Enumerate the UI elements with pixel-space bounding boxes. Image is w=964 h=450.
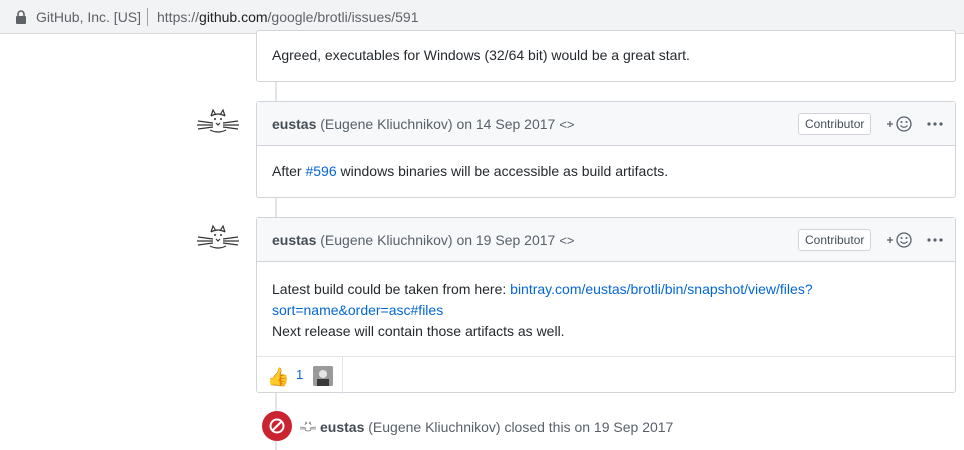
comment-line: sort=name&order=asc#files (272, 300, 940, 321)
comment-text: windows binaries will be accessible as b… (336, 163, 669, 179)
event-action: closed this on 19 Sep 2017 (504, 419, 674, 435)
thumbs-up-icon: 👍 (267, 367, 290, 387)
comment-date[interactable]: on 19 Sep 2017 (456, 232, 555, 248)
more-options-icon[interactable] (925, 230, 945, 250)
timeline-line (275, 82, 277, 102)
comment-text: Latest build could be taken from here: (272, 281, 511, 297)
comment-line: Next release will contain those artifact… (272, 323, 565, 339)
timeline-line (275, 392, 277, 412)
comment-text: Agreed, executables for Windows (32/64 b… (272, 47, 690, 63)
url-host: github.com (199, 9, 268, 25)
event-author[interactable]: eustas (320, 419, 364, 435)
url-text[interactable]: https://github.com/google/brotli/issues/… (157, 9, 419, 25)
cat-avatar-icon[interactable] (196, 222, 240, 258)
thumbs-up-reaction[interactable]: 👍 1 (257, 357, 343, 394)
add-reaction-icon[interactable] (885, 114, 915, 134)
comment-meta: eustas (Eugene Kliuchnikov) on 14 Sep 20… (272, 116, 575, 132)
comment-date[interactable]: on 14 Sep 2017 (456, 116, 555, 132)
comment-body: After #596 windows binaries will be acce… (257, 146, 955, 197)
comment-author[interactable]: eustas (272, 116, 316, 132)
event-full-name: (Eugene Kliuchnikov) (368, 419, 501, 435)
add-reaction-icon[interactable] (885, 230, 915, 250)
issue-link[interactable]: #596 (305, 163, 336, 179)
site-identity[interactable]: GitHub, Inc. [US] (36, 9, 141, 25)
reaction-count: 1 (296, 367, 304, 382)
comment-body: Latest build could be taken from here: b… (257, 262, 955, 356)
cat-avatar-icon[interactable] (300, 420, 316, 434)
address-separator (147, 8, 148, 26)
bintray-link[interactable]: bintray.com/eustas/brotli/bin/snapshot/v… (510, 281, 812, 297)
timeline-line (275, 441, 277, 450)
comment-meta: eustas (Eugene Kliuchnikov) on 19 Sep 20… (272, 232, 575, 248)
closed-event: eustas (Eugene Kliuchnikov) closed this … (300, 419, 673, 435)
reactor-avatar[interactable] (313, 366, 333, 386)
lock-icon (16, 10, 26, 24)
comment-header: eustas (Eugene Kliuchnikov) on 14 Sep 20… (257, 102, 955, 146)
comment-body: Agreed, executables for Windows (32/64 b… (257, 31, 955, 81)
timeline-line (275, 198, 277, 218)
code-icon[interactable]: <> (559, 117, 574, 132)
cat-avatar-icon[interactable] (196, 106, 240, 142)
comment-line: Latest build could be taken from here: b… (272, 279, 940, 300)
user-avatar-icon (313, 366, 333, 386)
comment-full-name: (Eugene Kliuchnikov) (320, 232, 453, 248)
comment-author[interactable]: eustas (272, 232, 316, 248)
url-prefix: https:// (157, 9, 200, 25)
comment: eustas (Eugene Kliuchnikov) on 19 Sep 20… (256, 217, 956, 394)
contributor-badge: Contributor (798, 113, 872, 135)
contributor-badge: Contributor (798, 229, 872, 251)
comment-text: After (272, 163, 306, 179)
more-options-icon[interactable] (925, 114, 945, 134)
comment: eustas (Eugene Kliuchnikov) on 14 Sep 20… (256, 101, 956, 198)
bintray-link[interactable]: sort=name&order=asc#files (272, 302, 443, 318)
comment-full-name: (Eugene Kliuchnikov) (320, 116, 453, 132)
comment: Agreed, executables for Windows (32/64 b… (256, 30, 956, 82)
code-icon[interactable]: <> (559, 233, 574, 248)
reactions-bar: 👍 1 (257, 356, 955, 394)
url-path: /google/brotli/issues/591 (267, 9, 419, 25)
address-bar[interactable]: GitHub, Inc. [US] https://github.com/goo… (0, 0, 964, 34)
comment-header: eustas (Eugene Kliuchnikov) on 19 Sep 20… (257, 218, 955, 262)
closed-icon (262, 411, 292, 441)
